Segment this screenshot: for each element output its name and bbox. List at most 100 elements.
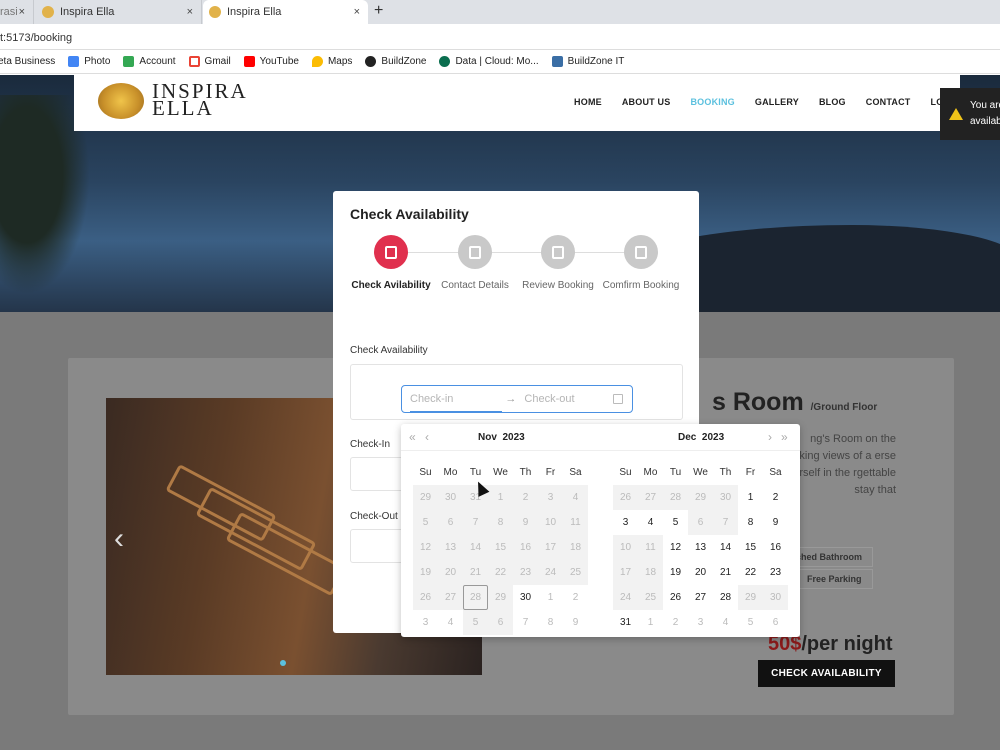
calendar-day[interactable]: 2 bbox=[763, 485, 788, 510]
calendar-day[interactable]: 4 bbox=[638, 510, 663, 535]
calendar-day[interactable]: 18 bbox=[638, 560, 663, 585]
calendar-day[interactable]: 5 bbox=[413, 510, 438, 535]
calendar-day[interactable]: 21 bbox=[463, 560, 488, 585]
calendar-day[interactable]: 7 bbox=[513, 610, 538, 635]
calendar-day[interactable]: 12 bbox=[413, 535, 438, 560]
bookmark-item[interactable]: BuildZone IT bbox=[551, 56, 624, 67]
right-month-title[interactable]: Dec 2023 bbox=[678, 432, 724, 443]
calendar-day[interactable]: 12 bbox=[663, 535, 688, 560]
calendar-day[interactable]: 6 bbox=[438, 510, 463, 535]
calendar-day[interactable]: 10 bbox=[613, 535, 638, 560]
calendar-day[interactable]: 9 bbox=[763, 510, 788, 535]
calendar-day[interactable]: 18 bbox=[563, 535, 588, 560]
calendar-day[interactable]: 24 bbox=[538, 560, 563, 585]
calendar-day[interactable]: 11 bbox=[563, 510, 588, 535]
calendar-day[interactable]: 6 bbox=[763, 610, 788, 635]
calendar-day[interactable]: 9 bbox=[513, 510, 538, 535]
calendar-day[interactable]: 8 bbox=[738, 510, 763, 535]
calendar-day[interactable]: 10 bbox=[538, 510, 563, 535]
step-contact-details[interactable]: Contact Details bbox=[431, 235, 519, 293]
nav-blog[interactable]: BLOG bbox=[819, 97, 846, 107]
calendar-day[interactable]: 15 bbox=[488, 535, 513, 560]
calendar-day[interactable]: 31 bbox=[613, 610, 638, 635]
calendar-day[interactable]: 30 bbox=[438, 485, 463, 510]
calendar-day[interactable]: 3 bbox=[613, 510, 638, 535]
step-check-availability[interactable]: Check Avilability bbox=[347, 235, 435, 293]
calendar-day[interactable]: 16 bbox=[513, 535, 538, 560]
close-icon[interactable]: × bbox=[354, 6, 360, 18]
calendar-day[interactable]: 14 bbox=[713, 535, 738, 560]
calendar-day[interactable]: 28 bbox=[463, 585, 488, 610]
next-year-icon[interactable]: » bbox=[781, 430, 788, 444]
browser-tab[interactable]: Inspira Ella × bbox=[36, 0, 202, 24]
bookmark-item[interactable]: Maps bbox=[311, 56, 352, 67]
close-icon[interactable]: × bbox=[19, 6, 25, 18]
calendar-day[interactable]: 1 bbox=[488, 485, 513, 510]
bookmark-item[interactable]: Gmail bbox=[188, 56, 231, 67]
calendar-day[interactable]: 7 bbox=[463, 510, 488, 535]
logo-icon[interactable] bbox=[98, 83, 144, 119]
calendar-day[interactable]: 17 bbox=[538, 535, 563, 560]
calendar-day[interactable]: 9 bbox=[563, 610, 588, 635]
calendar-day[interactable]: 1 bbox=[538, 585, 563, 610]
browser-tab[interactable]: rasi × bbox=[0, 0, 34, 24]
prev-month-icon[interactable]: ‹ bbox=[425, 430, 429, 444]
calendar-day[interactable]: 6 bbox=[488, 610, 513, 635]
calendar-day[interactable]: 4 bbox=[563, 485, 588, 510]
calendar-day[interactable]: 15 bbox=[738, 535, 763, 560]
checkout-input[interactable]: Check-out bbox=[524, 393, 574, 405]
calendar-day[interactable]: 8 bbox=[488, 510, 513, 535]
calendar-day[interactable]: 17 bbox=[613, 560, 638, 585]
checkin-input[interactable]: Check-in bbox=[410, 393, 453, 405]
bookmark-item[interactable]: Photo bbox=[68, 56, 110, 67]
calendar-day[interactable]: 29 bbox=[488, 585, 513, 610]
browser-tab-active[interactable]: Inspira Ella × bbox=[203, 0, 368, 24]
date-range-input[interactable]: Check-in → Check-out bbox=[401, 385, 633, 413]
calendar-day[interactable]: 8 bbox=[538, 610, 563, 635]
carousel-prev-icon[interactable]: ‹ bbox=[114, 522, 124, 556]
step-confirm-booking[interactable]: Comfirm Booking bbox=[597, 235, 685, 293]
calendar-day[interactable]: 26 bbox=[413, 585, 438, 610]
calendar-day[interactable]: 20 bbox=[438, 560, 463, 585]
warning-toast[interactable]: You are availab bbox=[940, 88, 1000, 140]
bookmark-item[interactable]: Account bbox=[123, 56, 176, 67]
calendar-day[interactable]: 6 bbox=[688, 510, 713, 535]
nav-home[interactable]: HOME bbox=[574, 97, 602, 107]
bookmark-item[interactable]: YouTube bbox=[243, 56, 299, 67]
calendar-day[interactable]: 25 bbox=[638, 585, 663, 610]
calendar-day[interactable]: 28 bbox=[713, 585, 738, 610]
calendar-day[interactable]: 7 bbox=[713, 510, 738, 535]
new-tab-button[interactable]: + bbox=[374, 2, 383, 20]
nav-contact[interactable]: CONTACT bbox=[866, 97, 911, 107]
left-month-title[interactable]: Nov 2023 bbox=[478, 432, 525, 443]
calendar-day[interactable]: 29 bbox=[738, 585, 763, 610]
calendar-day[interactable]: 23 bbox=[513, 560, 538, 585]
calendar-day[interactable]: 16 bbox=[763, 535, 788, 560]
calendar-day[interactable]: 2 bbox=[663, 610, 688, 635]
check-availability-button[interactable]: CHECK AVAILABILITY bbox=[758, 660, 895, 687]
calendar-day[interactable]: 13 bbox=[688, 535, 713, 560]
calendar-day[interactable]: 3 bbox=[538, 485, 563, 510]
calendar-day[interactable]: 4 bbox=[438, 610, 463, 635]
calendar-day[interactable]: 22 bbox=[738, 560, 763, 585]
calendar-day[interactable]: 30 bbox=[513, 585, 538, 610]
nav-booking[interactable]: BOOKING bbox=[690, 97, 734, 107]
nav-about[interactable]: ABOUT US bbox=[622, 97, 671, 107]
calendar-day[interactable]: 30 bbox=[763, 585, 788, 610]
calendar-day[interactable]: 11 bbox=[638, 535, 663, 560]
calendar-day[interactable]: 13 bbox=[438, 535, 463, 560]
address-bar[interactable]: t:5173/booking bbox=[0, 24, 1000, 50]
prev-year-icon[interactable]: « bbox=[409, 430, 416, 444]
next-month-icon[interactable]: › bbox=[768, 430, 772, 444]
calendar-day[interactable]: 5 bbox=[738, 610, 763, 635]
calendar-day[interactable]: 5 bbox=[463, 610, 488, 635]
step-review-booking[interactable]: Review Booking bbox=[514, 235, 602, 293]
calendar-day[interactable]: 28 bbox=[663, 485, 688, 510]
carousel-indicator[interactable] bbox=[280, 660, 286, 666]
bookmark-item[interactable]: Data | Cloud: Mo... bbox=[439, 56, 539, 67]
calendar-day[interactable]: 21 bbox=[713, 560, 738, 585]
calendar-day[interactable]: 1 bbox=[638, 610, 663, 635]
calendar-day[interactable]: 27 bbox=[438, 585, 463, 610]
calendar-day[interactable]: 4 bbox=[713, 610, 738, 635]
calendar-day[interactable]: 3 bbox=[413, 610, 438, 635]
